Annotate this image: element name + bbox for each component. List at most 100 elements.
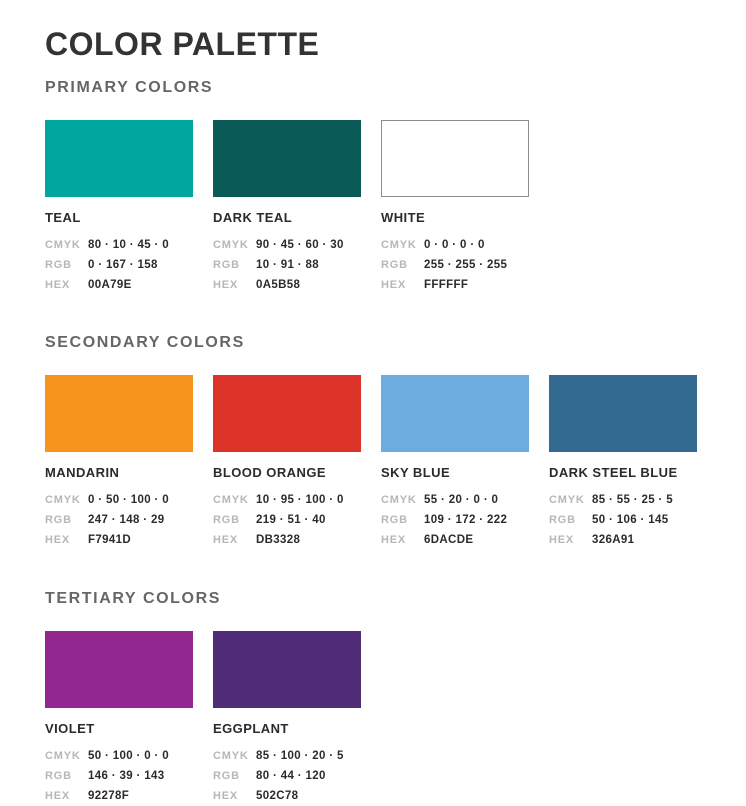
color-swatch[interactable] bbox=[45, 120, 193, 197]
spec-label-cmyk: CMYK bbox=[45, 494, 81, 506]
spec-rgb-row: RGB 10 · 91 · 88 bbox=[213, 255, 361, 275]
spec-label-hex: HEX bbox=[213, 534, 239, 546]
spec-value-hex: 502C78 bbox=[256, 790, 299, 802]
section-heading: PRIMARY COLORS bbox=[45, 79, 214, 96]
spec-hex-row: HEX F7941D bbox=[45, 530, 193, 550]
spec-label-cmyk: CMYK bbox=[213, 750, 249, 762]
spec-label-rgb: RGB bbox=[45, 770, 72, 782]
section-secondary-colors: SECONDARY COLORS MANDARIN CMYK 0 · 50 · 10… bbox=[45, 333, 735, 550]
spec-hex-row: HEX 326A91 bbox=[549, 530, 697, 550]
spec-label-cmyk: CMYK bbox=[549, 494, 585, 506]
spec-rgb-row: RGB 146 · 39 · 143 bbox=[45, 766, 193, 786]
spec-value-hex: 326A91 bbox=[592, 534, 635, 546]
spec-value-cmyk: 85 · 100 · 20 · 5 bbox=[256, 750, 344, 762]
spec-rgb-row: RGB 255 · 255 · 255 bbox=[381, 255, 529, 275]
spec-value-rgb: 219 · 51 · 40 bbox=[256, 514, 326, 526]
spec-cmyk-row: CMYK 80 · 10 · 45 · 0 bbox=[45, 235, 193, 255]
swatch-spec-table: CMYK 90 · 45 · 60 · 30 RGB 10 · 91 · 88 HEX 0… bbox=[213, 235, 361, 295]
section-tertiary-colors: TERTIARY COLORS VIOLET CMYK 50 · 100 · 0 ·… bbox=[45, 589, 735, 806]
spec-rgb-row: RGB 247 · 148 · 29 bbox=[45, 510, 193, 530]
spec-label-cmyk: CMYK bbox=[381, 239, 417, 251]
spec-value-cmyk: 85 · 55 · 25 · 5 bbox=[592, 494, 674, 506]
spec-value-rgb: 255 · 255 · 255 bbox=[424, 259, 508, 271]
spec-hex-row: HEX 00A79E bbox=[45, 275, 193, 295]
spec-cmyk-row: CMYK 0 · 0 · 0 · 0 bbox=[381, 235, 529, 255]
swatch-cell: WHITE CMYK 0 · 0 · 0 · 0 RGB 255 · 255 · 255… bbox=[381, 120, 529, 295]
spec-cmyk-row: CMYK 85 · 55 · 25 · 5 bbox=[549, 490, 697, 510]
spec-value-rgb: 146 · 39 · 143 bbox=[88, 770, 165, 782]
spec-value-hex: F7941D bbox=[88, 534, 132, 546]
spec-rgb-row: RGB 0 · 167 · 158 bbox=[45, 255, 193, 275]
spec-value-hex: FFFFFF bbox=[424, 279, 469, 291]
spec-rgb-row: RGB 219 · 51 · 40 bbox=[213, 510, 361, 530]
spec-label-rgb: RGB bbox=[381, 514, 408, 526]
spec-label-rgb: RGB bbox=[213, 770, 240, 782]
section-heading: SECONDARY COLORS bbox=[45, 334, 245, 351]
color-swatch[interactable] bbox=[213, 120, 361, 197]
spec-value-cmyk: 0 · 50 · 100 · 0 bbox=[88, 494, 170, 506]
spec-value-cmyk: 0 · 0 · 0 · 0 bbox=[424, 239, 485, 251]
spec-hex-row: HEX 92278F bbox=[45, 786, 193, 806]
spec-value-cmyk: 10 · 95 · 100 · 0 bbox=[256, 494, 344, 506]
spec-label-cmyk: CMYK bbox=[213, 239, 249, 251]
spec-label-hex: HEX bbox=[45, 790, 71, 802]
spec-hex-row: HEX FFFFFF bbox=[381, 275, 529, 295]
color-swatch[interactable] bbox=[45, 375, 193, 452]
spec-value-rgb: 80 · 44 · 120 bbox=[256, 770, 326, 782]
swatch-name: SKY BLUE bbox=[381, 465, 451, 480]
spec-rgb-row: RGB 109 · 172 · 222 bbox=[381, 510, 529, 530]
spec-hex-row: HEX 502C78 bbox=[213, 786, 361, 806]
swatch-cell: SKY BLUE CMYK 55 · 20 · 0 · 0 RGB 109 · 172 … bbox=[381, 375, 529, 550]
spec-value-rgb: 50 · 106 · 145 bbox=[592, 514, 669, 526]
spec-value-rgb: 109 · 172 · 222 bbox=[424, 514, 508, 526]
page-title: COLOR PALETTE bbox=[45, 26, 320, 63]
spec-value-hex: 92278F bbox=[88, 790, 130, 802]
spec-value-cmyk: 80 · 10 · 45 · 0 bbox=[88, 239, 170, 251]
swatch-cell: MANDARIN CMYK 0 · 50 · 100 · 0 RGB 247 · 148… bbox=[45, 375, 193, 550]
swatch-spec-table: CMYK 55 · 20 · 0 · 0 RGB 109 · 172 · 222 HEX… bbox=[381, 490, 529, 550]
spec-label-rgb: RGB bbox=[381, 259, 408, 271]
spec-value-cmyk: 90 · 45 · 60 · 30 bbox=[256, 239, 344, 251]
spec-value-rgb: 10 · 91 · 88 bbox=[256, 259, 320, 271]
spec-label-cmyk: CMYK bbox=[381, 494, 417, 506]
color-swatch[interactable] bbox=[381, 120, 529, 197]
spec-value-hex: DB3328 bbox=[256, 534, 301, 546]
spec-label-cmyk: CMYK bbox=[45, 239, 81, 251]
color-swatch[interactable] bbox=[213, 631, 361, 708]
swatch-row: VIOLET CMYK 50 · 100 · 0 · 0 RGB 146 · 39 · … bbox=[45, 631, 735, 806]
spec-label-rgb: RGB bbox=[213, 514, 240, 526]
color-swatch[interactable] bbox=[213, 375, 361, 452]
swatch-cell: VIOLET CMYK 50 · 100 · 0 · 0 RGB 146 · 39 · … bbox=[45, 631, 193, 806]
swatch-name: TEAL bbox=[45, 210, 81, 225]
swatch-name: WHITE bbox=[381, 210, 426, 225]
spec-value-hex: 00A79E bbox=[88, 279, 132, 291]
swatch-cell: BLOOD ORANGE CMYK 10 · 95 · 100 · 0 RGB 219 … bbox=[213, 375, 361, 550]
spec-label-hex: HEX bbox=[45, 534, 71, 546]
swatch-cell: TEAL CMYK 80 · 10 · 45 · 0 RGB 0 · 167 · 158… bbox=[45, 120, 193, 295]
section-primary-colors: PRIMARY COLORS TEAL CMYK 80 · 10 · 45 · 0 R… bbox=[45, 78, 735, 295]
color-swatch[interactable] bbox=[45, 631, 193, 708]
swatch-spec-table: CMYK 85 · 55 · 25 · 5 RGB 50 · 106 · 145 HEX… bbox=[549, 490, 697, 550]
swatch-row: MANDARIN CMYK 0 · 50 · 100 · 0 RGB 247 · 148… bbox=[45, 375, 735, 550]
color-swatch[interactable] bbox=[549, 375, 697, 452]
spec-value-rgb: 247 · 148 · 29 bbox=[88, 514, 165, 526]
spec-value-cmyk: 55 · 20 · 0 · 0 bbox=[424, 494, 499, 506]
spec-label-rgb: RGB bbox=[45, 514, 72, 526]
swatch-name: VIOLET bbox=[45, 721, 95, 736]
swatch-name: DARK STEEL BLUE bbox=[549, 465, 678, 480]
swatch-row: TEAL CMYK 80 · 10 · 45 · 0 RGB 0 · 167 · 158… bbox=[45, 120, 735, 295]
section-heading: TERTIARY COLORS bbox=[45, 590, 222, 607]
swatch-cell: EGGPLANT CMYK 85 · 100 · 20 · 5 RGB 80 · 44 … bbox=[213, 631, 361, 806]
spec-hex-row: HEX 6DACDE bbox=[381, 530, 529, 550]
spec-label-hex: HEX bbox=[213, 279, 239, 291]
spec-label-rgb: RGB bbox=[549, 514, 576, 526]
swatch-name: BLOOD ORANGE bbox=[213, 465, 327, 480]
spec-value-hex: 0A5B58 bbox=[256, 279, 301, 291]
spec-label-rgb: RGB bbox=[45, 259, 72, 271]
spec-hex-row: HEX DB3328 bbox=[213, 530, 361, 550]
swatch-cell: DARK STEEL BLUE CMYK 85 · 55 · 25 · 5 RGB 50… bbox=[549, 375, 697, 550]
color-swatch[interactable] bbox=[381, 375, 529, 452]
swatch-spec-table: CMYK 50 · 100 · 0 · 0 RGB 146 · 39 · 143 HEX… bbox=[45, 746, 193, 806]
spec-cmyk-row: CMYK 90 · 45 · 60 · 30 bbox=[213, 235, 361, 255]
swatch-spec-table: CMYK 0 · 0 · 0 · 0 RGB 255 · 255 · 255 HEX FF… bbox=[381, 235, 529, 295]
